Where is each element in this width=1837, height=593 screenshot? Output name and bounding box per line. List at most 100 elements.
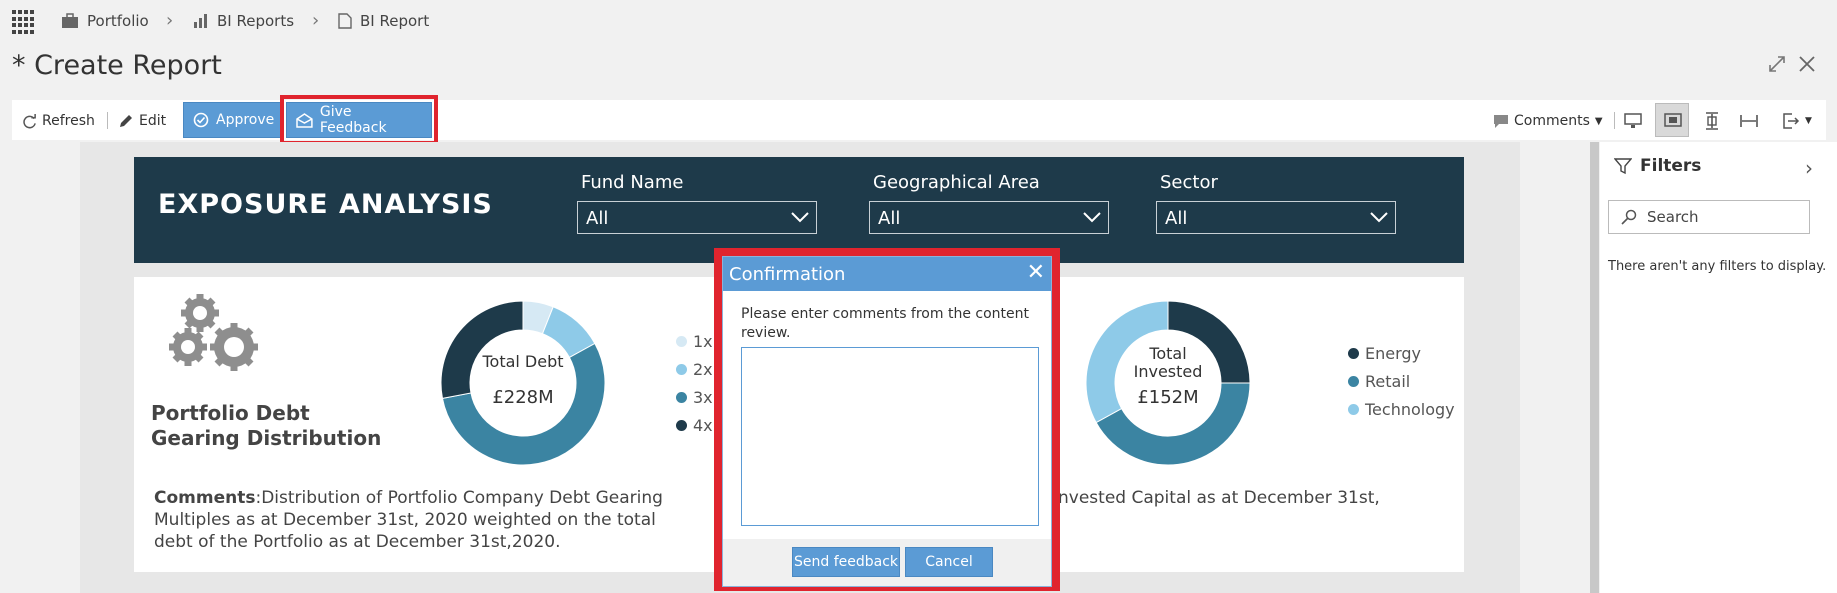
close-icon[interactable]: ✕	[1027, 260, 1045, 285]
section-title: Portfolio Debt Gearing Distribution	[151, 401, 381, 451]
confirmation-dialog: Confirmation ✕ Please enter comments fro…	[722, 256, 1052, 587]
report-toolbar: Refresh Edit Approve Give Feedback Comme…	[12, 95, 1826, 145]
filters-title: Filters	[1640, 156, 1702, 176]
geographical-area-dropdown[interactable]: All	[869, 201, 1109, 234]
donut-center-label: Total Debt	[482, 352, 564, 371]
pane-scrollbar[interactable]	[1590, 142, 1599, 593]
refresh-label: Refresh	[42, 113, 95, 129]
legend-label: 4x	[693, 416, 713, 435]
fund-name-dropdown[interactable]: All	[577, 201, 817, 234]
refresh-icon	[23, 113, 36, 128]
bar-chart-icon	[194, 14, 207, 28]
dialog-header: Confirmation ✕	[723, 257, 1051, 291]
debt-gearing-legend: 1x 2x 3x 4x	[676, 332, 713, 444]
legend-label: Technology	[1365, 400, 1455, 419]
fit-height-icon[interactable]	[1704, 108, 1720, 134]
legend-label: 3x	[693, 388, 713, 407]
app-launcher-icon[interactable]	[12, 10, 36, 34]
filters-pane: Filters › Search There aren't any filter…	[1600, 142, 1837, 593]
approve-label: Approve	[216, 112, 275, 128]
toolbar-divider	[107, 112, 108, 129]
legend-label: Retail	[1365, 372, 1411, 391]
breadcrumb-portfolio[interactable]: Portfolio	[61, 12, 149, 30]
chevron-right-icon: ›	[312, 10, 320, 31]
donut-center-label: Total	[1149, 344, 1187, 363]
fit-width-icon[interactable]	[1740, 108, 1758, 134]
breadcrumb-bi-reports[interactable]: BI Reports	[193, 12, 294, 30]
comment-icon	[1494, 114, 1508, 128]
edit-button[interactable]: Edit	[118, 108, 166, 134]
legend-swatch	[676, 392, 687, 403]
export-dropdown[interactable]: ▼	[1782, 108, 1812, 134]
desktop-view-icon[interactable]	[1624, 108, 1642, 134]
donut-slice-4x[interactable]	[440, 300, 524, 399]
comments-label: Comments	[154, 488, 256, 508]
expand-icon[interactable]	[1768, 54, 1786, 78]
left-comments: Comments:Distribution of Portfolio Compa…	[154, 487, 714, 553]
legend-item-1x[interactable]: 1x	[676, 332, 713, 351]
chevron-right-icon: ›	[166, 10, 174, 31]
section-title-line2: Gearing Distribution	[151, 426, 382, 450]
legend-item-4x[interactable]: 4x	[676, 416, 713, 435]
donut-center-label: Invested	[1133, 362, 1203, 381]
geographical-area-label: Geographical Area	[873, 172, 1040, 193]
gears-icon	[169, 294, 258, 371]
sector-dropdown[interactable]: All	[1156, 201, 1396, 234]
approve-button[interactable]: Approve	[183, 102, 285, 138]
feedback-dialog-highlight: Confirmation ✕ Please enter comments fro…	[714, 248, 1060, 591]
banner-title: EXPOSURE ANALYSIS	[158, 189, 493, 220]
right-comments: nvested Capital as at December 31st,	[1058, 488, 1380, 508]
breadcrumb-label: BI Reports	[217, 12, 295, 30]
cancel-button[interactable]: Cancel	[905, 547, 993, 577]
total-invested-donut-chart	[1085, 300, 1251, 466]
dialog-title: Confirmation	[729, 264, 846, 285]
geographical-area-value: All	[878, 208, 901, 229]
chevron-right-icon[interactable]: ›	[1805, 156, 1813, 180]
fund-name-value: All	[586, 208, 609, 229]
legend-item-energy[interactable]: Energy	[1348, 344, 1455, 363]
filters-search-input[interactable]: Search	[1608, 200, 1810, 234]
fund-name-label: Fund Name	[581, 172, 684, 193]
breadcrumb-label: BI Report	[360, 12, 430, 30]
dialog-footer: Send feedback Cancel	[723, 539, 1051, 586]
check-circle-icon	[193, 112, 209, 128]
export-icon	[1783, 113, 1800, 129]
legend-label: 1x	[693, 332, 713, 351]
edit-label: Edit	[139, 113, 167, 129]
legend-label: Energy	[1365, 344, 1422, 363]
legend-label: 2x	[693, 360, 713, 379]
close-icon[interactable]	[1798, 54, 1816, 78]
give-feedback-button[interactable]: Give Feedback	[286, 102, 432, 138]
breadcrumb-label: Portfolio	[87, 12, 149, 30]
legend-swatch	[1348, 404, 1359, 415]
legend-swatch	[676, 364, 687, 375]
chevron-down-icon	[791, 212, 809, 223]
toolbar-divider	[1614, 112, 1615, 129]
comments-dropdown[interactable]: Comments ▼	[1493, 108, 1603, 134]
comments-text: :Distribution of Portfolio Company Debt …	[255, 488, 663, 508]
caret-down-icon: ▼	[1805, 116, 1812, 126]
legend-item-technology[interactable]: Technology	[1348, 400, 1455, 419]
sector-legend: Energy Retail Technology	[1348, 344, 1455, 428]
filter-icon	[1614, 158, 1632, 175]
legend-swatch	[1348, 348, 1359, 359]
envelope-open-icon	[296, 113, 313, 128]
legend-item-retail[interactable]: Retail	[1348, 372, 1455, 391]
section-title-line1: Portfolio Debt	[151, 401, 310, 425]
top-nav: Portfolio › BI Reports › BI Report	[0, 0, 1837, 44]
legend-item-2x[interactable]: 2x	[676, 360, 713, 379]
comments-text: Multiples as at December 31st, 2020 weig…	[154, 510, 656, 530]
feedback-comment-textarea[interactable]	[741, 347, 1039, 526]
filters-header: Filters	[1614, 156, 1701, 176]
breadcrumb-bi-report[interactable]: BI Report	[338, 12, 429, 30]
fit-page-icon[interactable]	[1655, 103, 1689, 137]
no-filters-message: There aren't any filters to display.	[1608, 259, 1827, 274]
dialog-message: Please enter comments from the content r…	[741, 306, 1029, 341]
document-icon	[338, 13, 352, 29]
pencil-icon	[120, 115, 132, 127]
legend-item-3x[interactable]: 3x	[676, 388, 713, 407]
send-feedback-button[interactable]: Send feedback	[792, 547, 900, 577]
chevron-down-icon	[1083, 212, 1101, 223]
briefcase-icon	[62, 13, 78, 28]
refresh-button[interactable]: Refresh	[22, 108, 95, 134]
